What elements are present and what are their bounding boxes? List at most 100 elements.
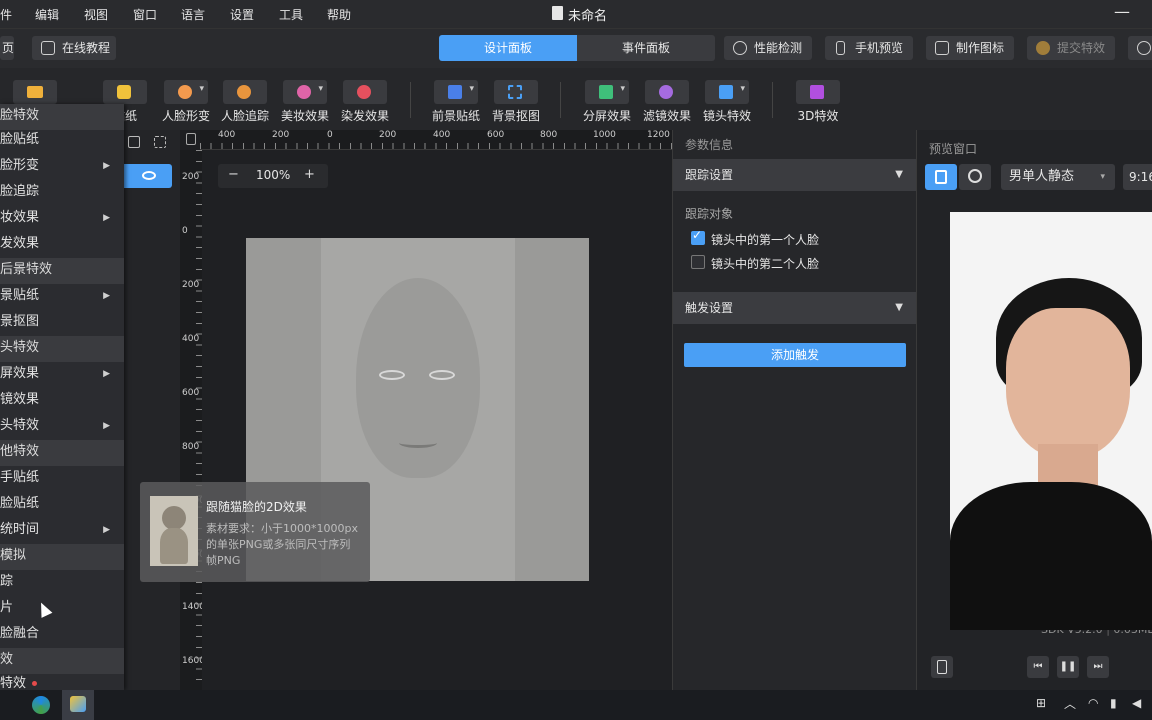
menu-help[interactable]: 帮助	[327, 6, 351, 23]
volume-icon[interactable]: ◀	[1132, 696, 1141, 710]
menu-item[interactable]: 发效果	[0, 232, 124, 258]
face-effect-category[interactable]	[13, 80, 57, 104]
collapse-icon: ▼	[895, 169, 903, 180]
device-button[interactable]	[931, 656, 953, 678]
image-icon	[935, 41, 949, 55]
home-button[interactable]: 页	[0, 36, 14, 60]
left-eye-marker	[379, 370, 405, 380]
divider	[772, 82, 773, 118]
menu-item-label: 景抠图	[0, 314, 40, 329]
ime-icon[interactable]: ⊞	[1036, 696, 1046, 710]
camera-mode-button[interactable]	[959, 164, 991, 190]
next-frame-button[interactable]: ⏭	[1087, 656, 1109, 678]
first-face-checkbox[interactable]: ✓	[691, 228, 705, 245]
layer-item-selected[interactable]	[124, 164, 172, 188]
chevron-down-icon: ▾	[620, 84, 625, 94]
submit-effect-button[interactable]: 提交特效	[1027, 36, 1115, 60]
effect-lens-label: 镜头特效	[702, 109, 751, 123]
menu-window[interactable]: 窗口	[133, 6, 157, 23]
ruler-tick-label: 200	[272, 130, 290, 140]
chevron-up-icon[interactable]: ︿	[1064, 695, 1076, 712]
menu-item[interactable]: 镜效果	[0, 388, 124, 414]
menu-language[interactable]: 语言	[181, 6, 205, 23]
menu-item-label: 镜效果	[0, 392, 40, 407]
copy-icon[interactable]	[128, 136, 140, 148]
effect-3d[interactable]: 3D特效	[793, 80, 843, 124]
portrait-mode-button[interactable]	[925, 164, 957, 190]
menu-item[interactable]: 手贴纸	[0, 466, 124, 492]
menu-item[interactable]: 脸形变 ▶	[0, 154, 124, 180]
track-target-label: 跟踪对象	[685, 207, 734, 221]
tooltip-requirement: 素材要求：小于1000*1000px	[206, 522, 358, 535]
trigger-settings-section[interactable]: 触发设置 ▼	[673, 292, 917, 324]
menu-settings[interactable]: 设置	[230, 6, 254, 23]
menu-item[interactable]: 踪	[0, 570, 124, 596]
menu-item[interactable]: 脸追踪	[0, 180, 124, 206]
coin-icon	[1036, 41, 1050, 55]
menu-item-label: 脸形变	[0, 158, 40, 173]
menu-item[interactable]: 景抠图	[0, 310, 124, 336]
menu-edit[interactable]: 编辑	[35, 6, 59, 23]
perf-check-label: 性能检测	[754, 41, 803, 55]
effect-foreground-sticker[interactable]: ▾ 前景贴纸	[431, 80, 481, 124]
perf-check-button[interactable]: 性能检测	[724, 36, 812, 60]
menu-item[interactable]: 景贴纸 ▶	[0, 284, 124, 310]
model-select[interactable]: 男单人静态 ▾	[1001, 164, 1115, 190]
effect-lens[interactable]: ▾ 镜头特效	[702, 80, 752, 124]
microphone-icon[interactable]: ▮	[1110, 696, 1117, 710]
effect-face-morph[interactable]: ▾ 人脸形变	[161, 80, 211, 124]
prev-frame-button[interactable]: ⏮	[1027, 656, 1049, 678]
phone-preview-label: 手机预览	[855, 41, 904, 55]
menu-item[interactable]: 脸贴纸	[0, 492, 124, 518]
menu-item[interactable]: 脸贴纸	[0, 128, 124, 154]
user-icon	[1137, 41, 1151, 55]
gauge-icon	[733, 41, 747, 55]
effect-hair-dye[interactable]: 染发效果	[340, 80, 390, 124]
menu-view[interactable]: 视图	[84, 6, 108, 23]
menu-item[interactable]: 屏效果 ▶	[0, 362, 124, 388]
zoom-out-button[interactable]: −	[228, 167, 239, 182]
add-trigger-button[interactable]: 添加触发	[684, 343, 906, 367]
menu-category-header: 脸特效	[0, 104, 124, 130]
menu-tools[interactable]: 工具	[279, 6, 303, 23]
eye-icon[interactable]	[142, 171, 156, 180]
menu-item[interactable]: 头特效 ▶	[0, 414, 124, 440]
toolbar: 页 在线教程 设计面板 事件面板 性能检测 手机预览 制作图标 提交特效	[0, 28, 1152, 68]
submenu-arrow-icon: ▶	[103, 421, 110, 431]
minimize-button[interactable]: —	[1114, 2, 1144, 21]
menu-file[interactable]: 件	[0, 6, 12, 23]
aspect-ratio-select[interactable]: 9:16	[1123, 164, 1152, 190]
tab-events[interactable]: 事件面板	[577, 35, 715, 61]
taskbar-app-active[interactable]	[62, 690, 94, 720]
phone-preview-button[interactable]: 手机预览	[825, 36, 913, 60]
lock-icon[interactable]	[186, 133, 196, 145]
effect-face-track[interactable]: 人脸追踪	[220, 80, 270, 124]
effect-makeup[interactable]: ▾ 美妆效果	[280, 80, 330, 124]
user-button[interactable]	[1128, 36, 1152, 60]
menu-item[interactable]: 片	[0, 596, 124, 622]
track-settings-section[interactable]: 跟踪设置 ▼	[673, 159, 917, 191]
menu-item[interactable]: 统时间 ▶	[0, 518, 124, 544]
face-icon	[178, 85, 192, 99]
trigger-settings-label: 触发设置	[685, 301, 734, 315]
pause-button[interactable]: ❚❚	[1057, 656, 1079, 678]
make-icon-button[interactable]: 制作图标	[926, 36, 1014, 60]
zoom-in-button[interactable]: +	[304, 167, 315, 182]
skip-forward-icon: ⏭	[1093, 661, 1103, 672]
check-icon: ✓	[692, 228, 703, 242]
effect-split-screen[interactable]: ▾ 分屏效果	[582, 80, 632, 124]
effect-background-matting[interactable]: 背景抠图	[491, 80, 541, 124]
edge-icon[interactable]	[32, 696, 50, 714]
tab-design[interactable]: 设计面板	[439, 35, 577, 61]
phone-icon	[937, 660, 947, 674]
select-icon[interactable]	[154, 136, 166, 148]
effect-filter[interactable]: 滤镜效果	[642, 80, 692, 124]
wifi-icon[interactable]: ◠	[1088, 696, 1098, 710]
tutorial-button[interactable]: 在线教程	[32, 36, 116, 60]
layer-panel	[124, 130, 180, 690]
menu-item-label: 手贴纸	[0, 470, 40, 485]
preview-portrait-image	[950, 212, 1152, 630]
menu-item[interactable]: 脸融合	[0, 622, 124, 648]
menu-item[interactable]: 妆效果 ▶	[0, 206, 124, 232]
second-face-checkbox[interactable]	[691, 255, 705, 269]
